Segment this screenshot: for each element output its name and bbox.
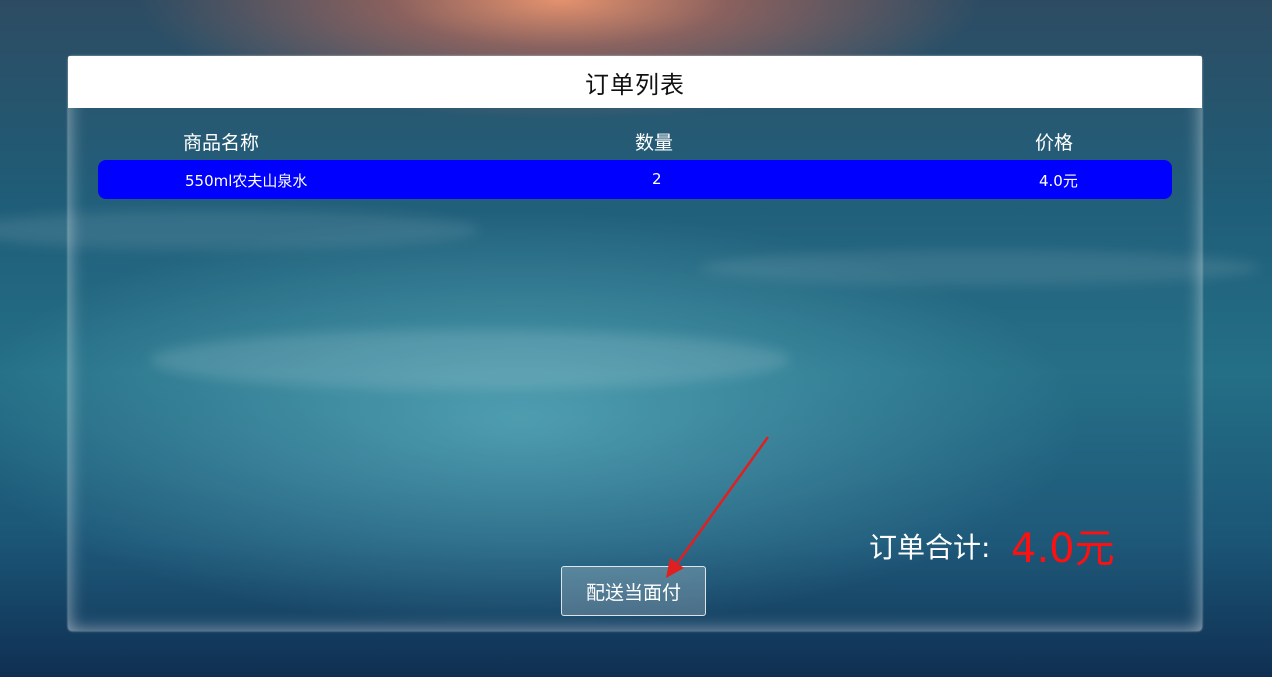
app-screen: 订单列表 商品名称 数量 价格 550ml农夫山泉水 2 4.0元 订单合计: … <box>0 0 1272 677</box>
annotation-arrow-icon <box>666 436 770 578</box>
